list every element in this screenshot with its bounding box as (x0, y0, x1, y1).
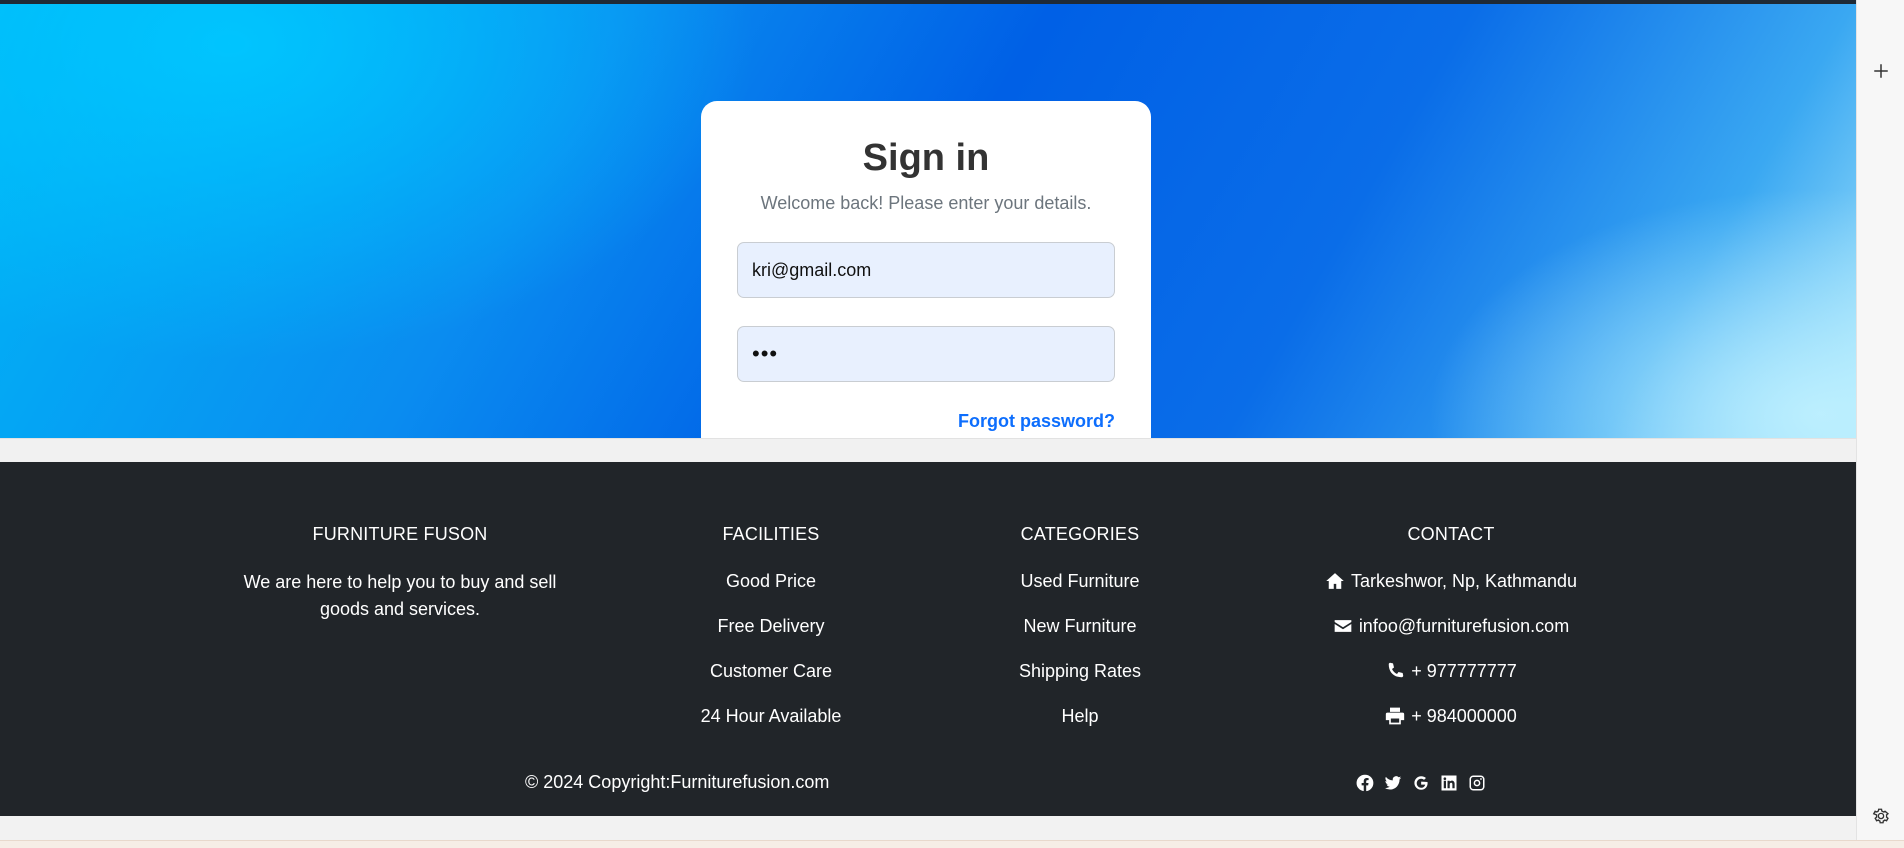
contact-address: Tarkeshwor, Np, Kathmandu (1301, 569, 1601, 593)
footer-link-good-price[interactable]: Good Price (671, 569, 871, 593)
browser-sidebar (1856, 0, 1904, 840)
contact-address-text: Tarkeshwor, Np, Kathmandu (1350, 571, 1578, 591)
site-footer: FURNITURE FUSON We are here to help you … (0, 462, 1856, 816)
print-icon (1386, 707, 1405, 725)
footer-brand-column: FURNITURE FUSON We are here to help you … (232, 524, 568, 623)
contact-email-text: infoo@furniturefusion.com (1358, 616, 1570, 636)
linkedin-icon[interactable] (1440, 774, 1458, 792)
footer-contact-heading: CONTACT (1407, 524, 1495, 544)
plus-icon[interactable] (1869, 59, 1893, 83)
footer-link-customer-care[interactable]: Customer Care (671, 659, 871, 683)
envelope-icon (1334, 620, 1352, 632)
footer-link-free-delivery[interactable]: Free Delivery (671, 614, 871, 638)
forgot-password-link[interactable]: Forgot password? (958, 411, 1115, 432)
footer-contact-column: CONTACT Tarkeshwor, Np, Kathmandu infoo@… (1301, 524, 1601, 749)
contact-fax-text: + 984000000 (1411, 706, 1517, 726)
footer-brand-text: We are here to help you to buy and sell … (243, 572, 557, 619)
contact-fax: + 984000000 (1301, 704, 1601, 728)
footer-link-24-hour[interactable]: 24 Hour Available (671, 704, 871, 728)
hero-background: Sign in Welcome back! Please enter your … (0, 4, 1856, 438)
contact-phone: + 977777777 (1301, 659, 1601, 683)
social-links (1356, 774, 1486, 792)
footer-link-used-furniture[interactable]: Used Furniture (980, 569, 1180, 593)
facebook-icon[interactable] (1356, 774, 1374, 792)
footer-link-help[interactable]: Help (980, 704, 1180, 728)
contact-phone-text: + 977777777 (1411, 661, 1517, 681)
footer-categories-heading: CATEGORIES (1020, 524, 1140, 544)
contact-email: infoo@furniturefusion.com (1301, 614, 1601, 638)
signin-subtitle: Welcome back! Please enter your details. (760, 193, 1092, 213)
content-gap (0, 438, 1856, 462)
instagram-icon[interactable] (1468, 774, 1486, 792)
page-bottom (0, 816, 1856, 840)
footer-facilities-column: FACILITIES Good Price Free Delivery Cust… (671, 524, 871, 749)
footer-brand-heading: FURNITURE FUSON (312, 524, 488, 544)
footer-categories-column: CATEGORIES Used Furniture New Furniture … (980, 524, 1180, 749)
footer-facilities-heading: FACILITIES (722, 524, 820, 544)
footer-link-new-furniture[interactable]: New Furniture (980, 614, 1180, 638)
window-bottom-edge (0, 840, 1904, 848)
page-title: Sign in (862, 137, 990, 179)
copyright-text: © 2024 Copyright:Furniturefusion.com (525, 772, 830, 792)
signin-card: Sign in Welcome back! Please enter your … (701, 101, 1151, 438)
email-field[interactable] (737, 242, 1115, 298)
home-icon (1326, 573, 1344, 589)
google-icon[interactable] (1412, 774, 1430, 792)
footer-link-shipping-rates[interactable]: Shipping Rates (980, 659, 1180, 683)
phone-icon (1388, 662, 1404, 678)
gear-icon[interactable] (1869, 804, 1893, 828)
twitter-icon[interactable] (1384, 774, 1402, 792)
password-field[interactable] (737, 326, 1115, 382)
